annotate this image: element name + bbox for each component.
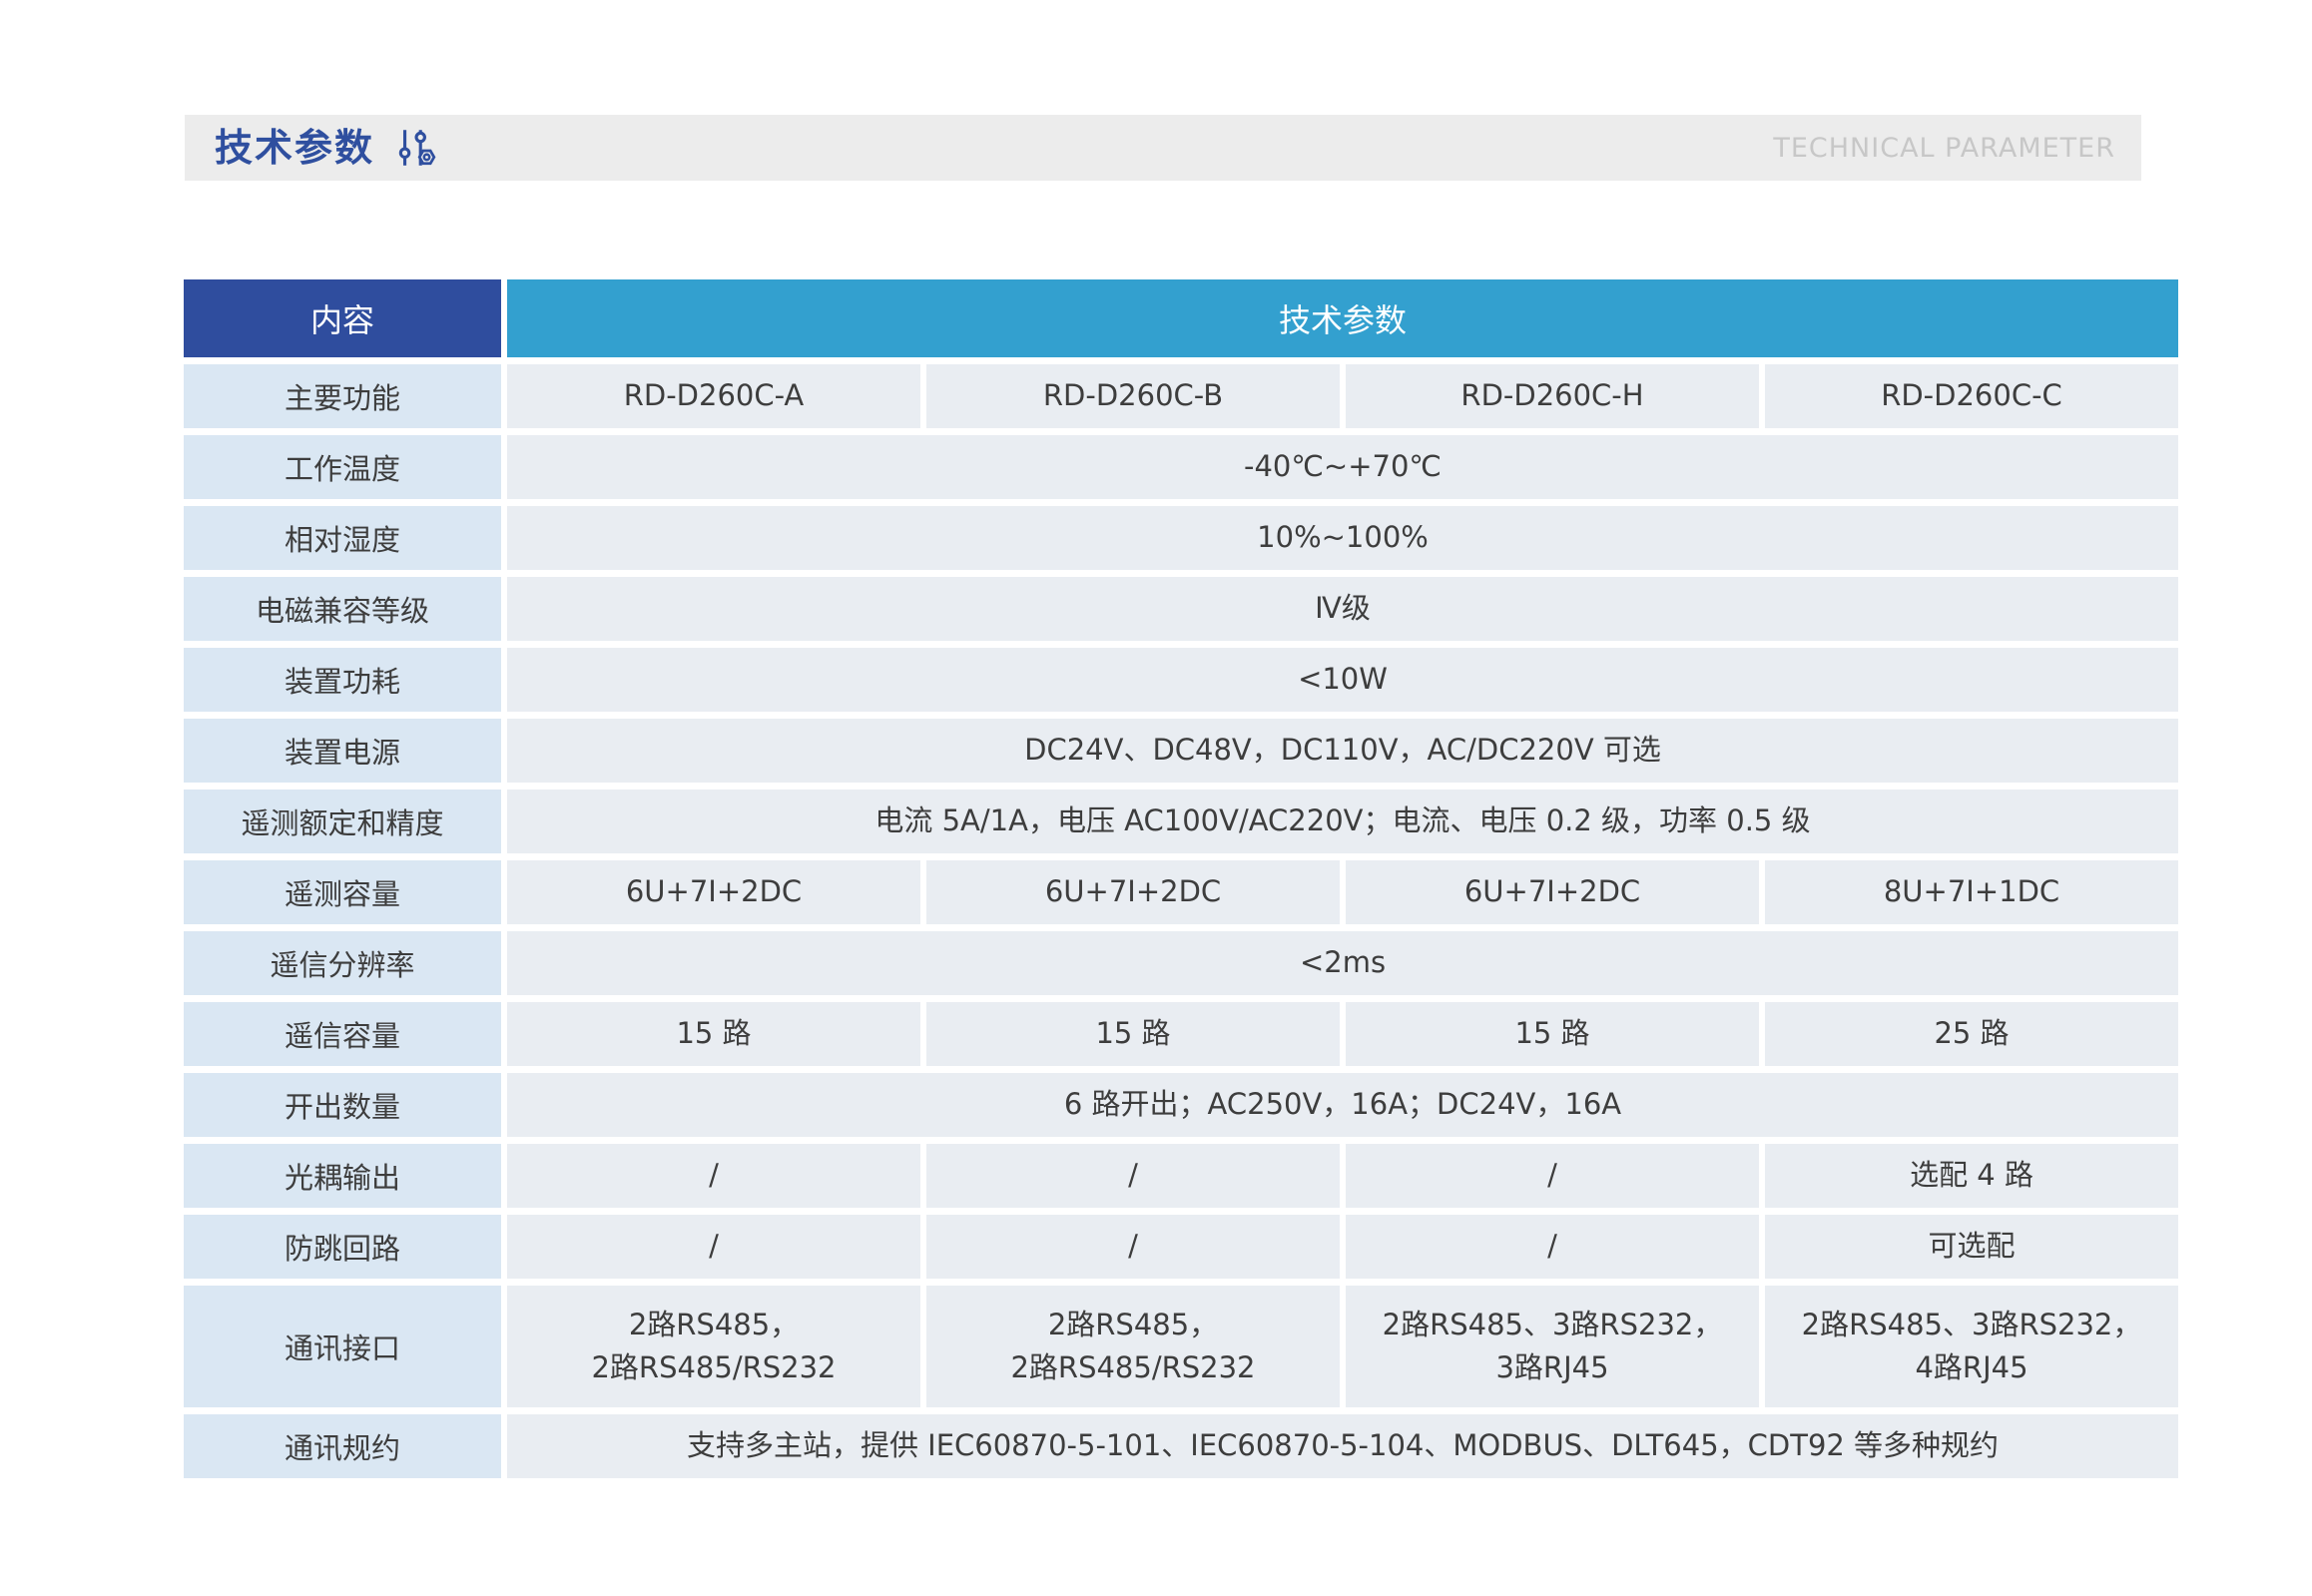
value-cell: / xyxy=(1346,1144,1759,1208)
table-row: 防跳回路///可选配 xyxy=(184,1215,2178,1279)
value-cell: 6U+7I+2DC xyxy=(926,860,1340,924)
value-cell: / xyxy=(926,1144,1340,1208)
section-subtitle-en: TECHNICAL PARAMETER xyxy=(1773,133,2115,164)
table-row: 通讯接口2路RS485， 2路RS485/RS2322路RS485， 2路RS4… xyxy=(184,1286,2178,1407)
row-label: 电磁兼容等级 xyxy=(184,577,501,641)
table-row: 主要功能RD-D260C-ARD-D260C-BRD-D260C-HRD-D26… xyxy=(184,364,2178,428)
table-row: 光耦输出///选配 4 路 xyxy=(184,1144,2178,1208)
row-label: 主要功能 xyxy=(184,364,501,428)
value-cell: 15 路 xyxy=(926,1002,1340,1066)
sliders-icon xyxy=(392,125,438,171)
technical-parameter-table: 内容 技术参数 主要功能RD-D260C-ARD-D260C-BRD-D260C… xyxy=(178,272,2184,1485)
value-cell: RD-D260C-B xyxy=(926,364,1340,428)
value-cell: RD-D260C-H xyxy=(1346,364,1759,428)
column-header-parameters: 技术参数 xyxy=(507,279,2178,357)
datasheet-page: 技术参数 TECHNICAL PARAMETER xyxy=(0,0,2312,1596)
row-label: 通讯规约 xyxy=(184,1414,501,1478)
value-cell: 2路RS485， 2路RS485/RS232 xyxy=(507,1286,920,1407)
value-cell: 可选配 xyxy=(1765,1215,2178,1279)
value-cell: 2路RS485， 2路RS485/RS232 xyxy=(926,1286,1340,1407)
row-label: 防跳回路 xyxy=(184,1215,501,1279)
value-cell-span: -40℃~+70℃ xyxy=(507,435,2178,499)
table-row: 工作温度-40℃~+70℃ xyxy=(184,435,2178,499)
row-label: 装置电源 xyxy=(184,719,501,783)
value-cell: 选配 4 路 xyxy=(1765,1144,2178,1208)
table-row: 通讯规约支持多主站，提供 IEC60870-5-101、IEC60870-5-1… xyxy=(184,1414,2178,1478)
value-cell: 2路RS485、3路RS232， 3路RJ45 xyxy=(1346,1286,1759,1407)
value-cell: 15 路 xyxy=(1346,1002,1759,1066)
value-cell: 6U+7I+2DC xyxy=(507,860,920,924)
value-cell: / xyxy=(1346,1215,1759,1279)
value-cell-span: 10%~100% xyxy=(507,506,2178,570)
row-label: 工作温度 xyxy=(184,435,501,499)
value-cell-span: <10W xyxy=(507,648,2178,712)
section-header-left: 技术参数 xyxy=(215,125,438,171)
table-row: 开出数量6 路开出；AC250V，16A；DC24V，16A xyxy=(184,1073,2178,1137)
value-cell: / xyxy=(926,1215,1340,1279)
row-label: 通讯接口 xyxy=(184,1286,501,1407)
table-row: 遥信分辨率<2ms xyxy=(184,931,2178,995)
value-cell-span: Ⅳ级 xyxy=(507,577,2178,641)
value-cell: 6U+7I+2DC xyxy=(1346,860,1759,924)
row-label: 光耦输出 xyxy=(184,1144,501,1208)
table-row: 遥信容量15 路15 路15 路25 路 xyxy=(184,1002,2178,1066)
value-cell-span: 电流 5A/1A，电压 AC100V/AC220V；电流、电压 0.2 级，功率… xyxy=(507,790,2178,853)
section-header-bar: 技术参数 TECHNICAL PARAMETER xyxy=(185,115,2141,181)
row-label: 遥信分辨率 xyxy=(184,931,501,995)
value-cell: 8U+7I+1DC xyxy=(1765,860,2178,924)
row-label: 装置功耗 xyxy=(184,648,501,712)
column-header-content: 内容 xyxy=(184,279,501,357)
value-cell: 25 路 xyxy=(1765,1002,2178,1066)
table-row: 遥测额定和精度电流 5A/1A，电压 AC100V/AC220V；电流、电压 0… xyxy=(184,790,2178,853)
row-label: 遥测额定和精度 xyxy=(184,790,501,853)
section-title: 技术参数 xyxy=(215,129,374,167)
value-cell-span: DC24V、DC48V，DC110V，AC/DC220V 可选 xyxy=(507,719,2178,783)
row-label: 遥信容量 xyxy=(184,1002,501,1066)
table-row: 相对湿度10%~100% xyxy=(184,506,2178,570)
table-row: 遥测容量6U+7I+2DC6U+7I+2DC6U+7I+2DC8U+7I+1DC xyxy=(184,860,2178,924)
value-cell-span: <2ms xyxy=(507,931,2178,995)
value-cell: / xyxy=(507,1144,920,1208)
value-cell: RD-D260C-C xyxy=(1765,364,2178,428)
table-row: 装置电源DC24V、DC48V，DC110V，AC/DC220V 可选 xyxy=(184,719,2178,783)
table-header-row: 内容 技术参数 xyxy=(184,279,2178,357)
row-label: 相对湿度 xyxy=(184,506,501,570)
value-cell-span: 支持多主站，提供 IEC60870-5-101、IEC60870-5-104、M… xyxy=(507,1414,2178,1478)
table-row: 装置功耗<10W xyxy=(184,648,2178,712)
value-cell-span: 6 路开出；AC250V，16A；DC24V，16A xyxy=(507,1073,2178,1137)
table-row: 电磁兼容等级Ⅳ级 xyxy=(184,577,2178,641)
value-cell: 15 路 xyxy=(507,1002,920,1066)
value-cell: RD-D260C-A xyxy=(507,364,920,428)
row-label: 开出数量 xyxy=(184,1073,501,1137)
value-cell: / xyxy=(507,1215,920,1279)
value-cell: 2路RS485、3路RS232， 4路RJ45 xyxy=(1765,1286,2178,1407)
row-label: 遥测容量 xyxy=(184,860,501,924)
